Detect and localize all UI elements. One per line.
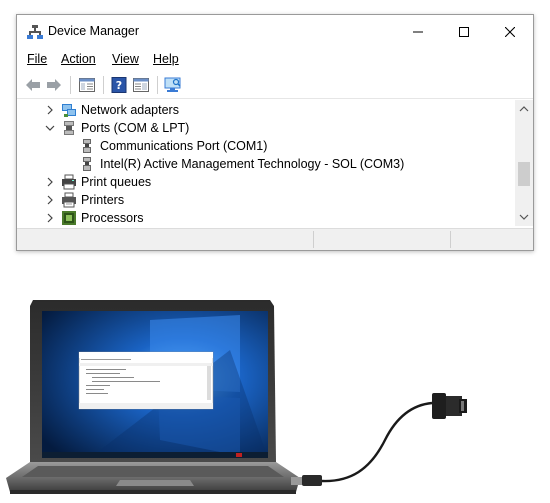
chevron-right-icon[interactable] bbox=[43, 175, 57, 189]
tree-node-label: Network adapters bbox=[81, 103, 179, 117]
menu-bar: File Action View Help bbox=[17, 49, 533, 71]
tree-node-label: Ports (COM & LPT) bbox=[81, 121, 190, 135]
scroll-down-icon[interactable] bbox=[518, 211, 530, 223]
minimize-button[interactable] bbox=[395, 15, 441, 49]
properties-pane-icon bbox=[79, 78, 95, 92]
tree-node-label: Intel(R) Active Management Technology - … bbox=[100, 157, 405, 171]
tree-node-print-queues[interactable]: Print queues bbox=[17, 173, 515, 191]
toolbar-separator bbox=[70, 76, 71, 94]
scrollbar-thumb[interactable] bbox=[518, 162, 530, 186]
toolbar-separator bbox=[103, 76, 104, 94]
tree-node-processors[interactable]: Processors bbox=[17, 209, 515, 226]
title-bar[interactable]: Device Manager bbox=[17, 15, 533, 49]
port-device-icon bbox=[83, 139, 91, 153]
forward-icon bbox=[47, 79, 61, 91]
menu-file-label: File bbox=[27, 52, 48, 66]
properties-pane-button[interactable] bbox=[77, 75, 97, 95]
tree-node-com1[interactable]: Communications Port (COM1) bbox=[17, 137, 515, 155]
menu-view-label: View bbox=[112, 52, 139, 66]
tree-node-label: Communications Port (COM1) bbox=[100, 139, 268, 153]
window-title: Device Manager bbox=[48, 24, 140, 38]
menu-view[interactable]: View bbox=[112, 52, 139, 66]
svg-text:?: ? bbox=[116, 79, 122, 92]
menu-action[interactable]: Action bbox=[61, 52, 96, 66]
network-adapter-icon bbox=[62, 104, 76, 117]
menu-file[interactable]: File bbox=[27, 52, 47, 66]
vertical-scrollbar[interactable] bbox=[515, 100, 533, 226]
printer-icon bbox=[62, 192, 76, 208]
device-tree[interactable]: Network adapters Ports (COM & LPT) Commu… bbox=[17, 100, 533, 226]
chevron-right-icon[interactable] bbox=[43, 103, 57, 117]
forward-button[interactable] bbox=[44, 75, 64, 95]
printer-queue-icon bbox=[62, 174, 76, 190]
maximize-button[interactable] bbox=[441, 15, 487, 49]
tree-node-printers[interactable]: Printers bbox=[17, 191, 515, 209]
status-bar bbox=[17, 228, 533, 250]
status-pane bbox=[313, 231, 450, 248]
scroll-up-icon[interactable] bbox=[518, 103, 530, 115]
help-icon: ? bbox=[111, 77, 127, 93]
port-device-icon bbox=[83, 157, 91, 171]
tree-node-label: Print queues bbox=[81, 175, 152, 189]
laptop-illustration bbox=[6, 300, 467, 494]
status-pane bbox=[450, 231, 533, 248]
menu-help[interactable]: Help bbox=[153, 52, 179, 66]
usb-serial-cable bbox=[291, 393, 467, 486]
toolbar-separator bbox=[157, 76, 158, 94]
port-icon bbox=[64, 121, 74, 135]
tree-node-com3[interactable]: Intel(R) Active Management Technology - … bbox=[17, 155, 515, 173]
chevron-down-icon[interactable] bbox=[43, 121, 57, 135]
scan-hardware-button[interactable] bbox=[163, 75, 183, 95]
mini-device-manager-window bbox=[78, 351, 214, 410]
menu-action-label: Action bbox=[61, 52, 96, 66]
toolbar: ? bbox=[17, 71, 533, 99]
device-manager-icon bbox=[27, 24, 43, 40]
back-button[interactable] bbox=[23, 75, 43, 95]
menu-help-label: Help bbox=[153, 52, 179, 66]
scan-hardware-icon bbox=[164, 77, 181, 92]
chevron-right-icon[interactable] bbox=[43, 211, 57, 225]
tree-node-network-adapters[interactable]: Network adapters bbox=[17, 101, 515, 119]
update-driver-button[interactable] bbox=[131, 75, 151, 95]
tree-node-ports[interactable]: Ports (COM & LPT) bbox=[17, 119, 515, 137]
device-manager-window: Device Manager File Action View Help ? N… bbox=[16, 14, 534, 251]
update-driver-icon bbox=[133, 78, 149, 92]
back-icon bbox=[26, 79, 40, 91]
tree-node-label: Processors bbox=[81, 211, 144, 225]
help-button[interactable]: ? bbox=[109, 75, 129, 95]
tree-node-label: Printers bbox=[81, 193, 125, 207]
close-button[interactable] bbox=[487, 15, 533, 49]
chevron-right-icon[interactable] bbox=[43, 193, 57, 207]
processor-icon bbox=[62, 211, 76, 225]
